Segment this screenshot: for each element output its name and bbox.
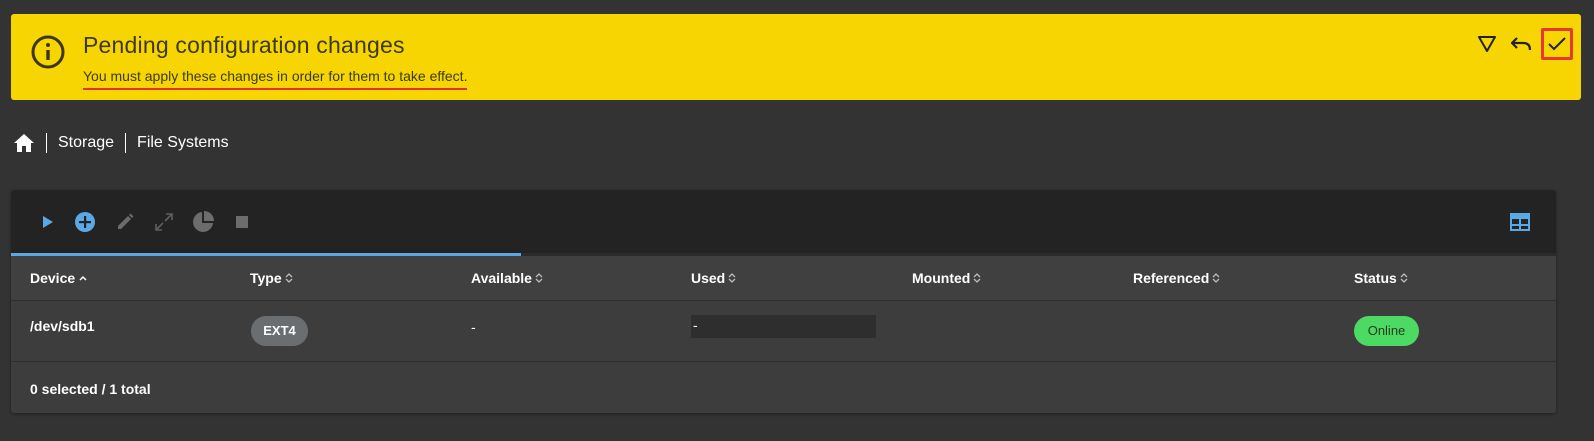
column-header-mounted[interactable]: Mounted [912, 270, 981, 286]
used-bar: - [691, 315, 876, 338]
unmount-button[interactable] [231, 211, 253, 233]
column-settings-button[interactable] [1509, 211, 1531, 233]
expand-icon [155, 213, 173, 231]
sort-icon [1212, 273, 1220, 283]
selection-summary: 0 selected / 1 total [30, 381, 151, 397]
breadcrumb-separator [46, 133, 47, 153]
resize-button[interactable] [153, 211, 175, 233]
filter-button[interactable] [1473, 30, 1501, 58]
column-header-available[interactable]: Available [471, 270, 543, 286]
sort-icon [535, 273, 543, 283]
banner-subtitle: You must apply these changes in order fo… [83, 68, 468, 90]
table-header: Device Type Available Used Mounted Refer… [11, 256, 1556, 301]
status-badge: Online [1354, 316, 1419, 346]
column-label: Device [30, 270, 76, 286]
sort-icon [973, 273, 981, 283]
banner-title: Pending configuration changes [83, 32, 405, 58]
column-header-type[interactable]: Type [250, 270, 293, 286]
undo-button[interactable] [1507, 30, 1535, 58]
filter-icon [1478, 36, 1496, 52]
column-label: Type [250, 270, 282, 286]
edit-button[interactable] [114, 211, 136, 233]
cell-available: - [471, 319, 476, 335]
breadcrumb-storage[interactable]: Storage [58, 134, 114, 152]
cell-used: - [693, 317, 698, 333]
undo-icon [1510, 37, 1532, 51]
column-header-device[interactable]: Device [30, 270, 88, 286]
sort-icon [728, 273, 736, 283]
home-icon[interactable] [13, 133, 35, 153]
column-label: Used [691, 270, 726, 286]
column-header-used[interactable]: Used [691, 270, 736, 286]
breadcrumb-separator [125, 133, 127, 153]
table-columns-icon [1510, 213, 1530, 231]
table-row[interactable]: /dev/sdb1 EXT4 - - Online [11, 301, 1556, 362]
sort-ascending-icon [79, 275, 87, 281]
add-circle-icon [75, 212, 95, 232]
stop-icon [236, 216, 248, 228]
breadcrumb-file-systems[interactable]: File Systems [137, 134, 229, 152]
play-icon [43, 216, 53, 228]
mount-button[interactable] [36, 211, 58, 233]
sort-icon [285, 273, 293, 283]
column-label: Available [471, 270, 532, 286]
type-badge: EXT4 [251, 316, 308, 346]
cell-device: /dev/sdb1 [30, 318, 95, 334]
breadcrumb: Storage File Systems [13, 132, 229, 154]
pencil-icon [118, 213, 134, 229]
pending-changes-banner: Pending configuration changes You must a… [11, 14, 1581, 100]
column-label: Status [1354, 270, 1397, 286]
column-label: Referenced [1133, 270, 1210, 286]
sort-icon [1400, 273, 1408, 283]
check-icon [1548, 37, 1566, 51]
column-header-status[interactable]: Status [1354, 270, 1408, 286]
column-header-referenced[interactable]: Referenced [1133, 270, 1220, 286]
quota-button[interactable] [192, 211, 214, 233]
add-button[interactable] [74, 211, 96, 233]
column-label: Mounted [912, 270, 971, 286]
pie-chart-icon [193, 211, 214, 232]
info-icon [31, 35, 65, 69]
file-systems-panel: Device Type Available Used Mounted Refer… [11, 190, 1556, 413]
toolbar [11, 190, 1556, 253]
apply-changes-button[interactable] [1541, 28, 1573, 60]
banner-actions [1473, 28, 1573, 60]
